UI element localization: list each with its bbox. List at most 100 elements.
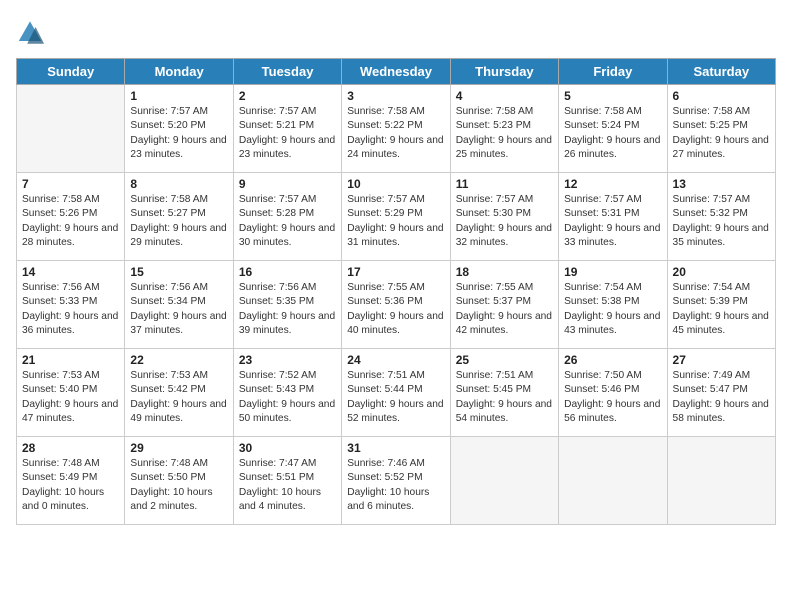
- calendar-cell: 16 Sunrise: 7:56 AMSunset: 5:35 PMDayligh…: [233, 261, 341, 349]
- cell-info: Sunrise: 7:54 AMSunset: 5:39 PMDaylight:…: [673, 281, 770, 338]
- day-number: 11: [456, 177, 553, 191]
- cell-info: Sunrise: 7:55 AMSunset: 5:37 PMDaylight:…: [456, 281, 553, 338]
- cell-info: Sunrise: 7:56 AMSunset: 5:33 PMDaylight:…: [22, 281, 119, 338]
- day-number: 9: [239, 177, 336, 191]
- day-number: 30: [239, 441, 336, 455]
- day-number: 29: [130, 441, 227, 455]
- calendar-cell: 7Sunrise: 7:58 AMSunset: 5:26 PMDaylight…: [17, 173, 125, 261]
- calendar-cell: 3 Sunrise: 7:58 AMSunset: 5:22 PMDaylight…: [342, 85, 450, 173]
- logo-icon: [16, 20, 44, 48]
- calendar-cell: 24 Sunrise: 7:51 AMSunset: 5:44 PMDayligh…: [342, 349, 450, 437]
- day-number: 13: [673, 177, 770, 191]
- cell-info: Sunrise: 7:49 AMSunset: 5:47 PMDaylight:…: [673, 369, 770, 426]
- weekday-header: Tuesday: [233, 59, 341, 85]
- weekday-header-row: SundayMondayTuesdayWednesdayThursdayFrid…: [17, 59, 776, 85]
- cell-info: Sunrise: 7:51 AMSunset: 5:44 PMDaylight:…: [347, 369, 444, 426]
- day-number: 17: [347, 265, 444, 279]
- cell-info: Sunrise: 7:54 AMSunset: 5:38 PMDaylight:…: [564, 281, 661, 338]
- day-number: 10: [347, 177, 444, 191]
- calendar-cell: 19 Sunrise: 7:54 AMSunset: 5:38 PMDayligh…: [559, 261, 667, 349]
- day-number: 22: [130, 353, 227, 367]
- cell-info: Sunrise: 7:57 AMSunset: 5:28 PMDaylight:…: [239, 193, 336, 250]
- cell-info: Sunrise: 7:58 AMSunset: 5:26 PMDaylight:…: [22, 193, 119, 250]
- day-number: 18: [456, 265, 553, 279]
- cell-info: Sunrise: 7:58 AMSunset: 5:25 PMDaylight:…: [673, 105, 770, 162]
- calendar-cell: 21 Sunrise: 7:53 AMSunset: 5:40 PMDayligh…: [17, 349, 125, 437]
- cell-info: Sunrise: 7:56 AMSunset: 5:34 PMDaylight:…: [130, 281, 227, 338]
- cell-info: Sunrise: 7:46 AMSunset: 5:52 PMDaylight:…: [347, 457, 444, 514]
- day-number: 26: [564, 353, 661, 367]
- weekday-header: Sunday: [17, 59, 125, 85]
- calendar-cell: 5 Sunrise: 7:58 AMSunset: 5:24 PMDaylight…: [559, 85, 667, 173]
- calendar-cell: 11 Sunrise: 7:57 AMSunset: 5:30 PMDayligh…: [450, 173, 558, 261]
- calendar-cell: 15 Sunrise: 7:56 AMSunset: 5:34 PMDayligh…: [125, 261, 233, 349]
- cell-info: Sunrise: 7:50 AMSunset: 5:46 PMDaylight:…: [564, 369, 661, 426]
- weekday-header: Monday: [125, 59, 233, 85]
- cell-info: Sunrise: 7:51 AMSunset: 5:45 PMDaylight:…: [456, 369, 553, 426]
- day-number: 14: [22, 265, 119, 279]
- cell-info: Sunrise: 7:57 AMSunset: 5:31 PMDaylight:…: [564, 193, 661, 250]
- calendar-cell: 12 Sunrise: 7:57 AMSunset: 5:31 PMDayligh…: [559, 173, 667, 261]
- calendar-week-row: 28Sunrise: 7:48 AMSunset: 5:49 PMDayligh…: [17, 437, 776, 525]
- cell-info: Sunrise: 7:57 AMSunset: 5:30 PMDaylight:…: [456, 193, 553, 250]
- calendar-cell: 22 Sunrise: 7:53 AMSunset: 5:42 PMDayligh…: [125, 349, 233, 437]
- cell-info: Sunrise: 7:58 AMSunset: 5:23 PMDaylight:…: [456, 105, 553, 162]
- day-number: 2: [239, 89, 336, 103]
- calendar-cell: 1 Sunrise: 7:57 AMSunset: 5:20 PMDaylight…: [125, 85, 233, 173]
- cell-info: Sunrise: 7:53 AMSunset: 5:40 PMDaylight:…: [22, 369, 119, 426]
- day-number: 23: [239, 353, 336, 367]
- cell-info: Sunrise: 7:56 AMSunset: 5:35 PMDaylight:…: [239, 281, 336, 338]
- calendar-cell: 28Sunrise: 7:48 AMSunset: 5:49 PMDayligh…: [17, 437, 125, 525]
- header: [16, 16, 776, 48]
- day-number: 4: [456, 89, 553, 103]
- calendar-cell: [667, 437, 775, 525]
- calendar-cell: 25 Sunrise: 7:51 AMSunset: 5:45 PMDayligh…: [450, 349, 558, 437]
- day-number: 19: [564, 265, 661, 279]
- calendar-cell: 4 Sunrise: 7:58 AMSunset: 5:23 PMDaylight…: [450, 85, 558, 173]
- calendar-week-row: 14 Sunrise: 7:56 AMSunset: 5:33 PMDayligh…: [17, 261, 776, 349]
- cell-info: Sunrise: 7:58 AMSunset: 5:27 PMDaylight:…: [130, 193, 227, 250]
- calendar-cell: [450, 437, 558, 525]
- day-number: 25: [456, 353, 553, 367]
- cell-info: Sunrise: 7:58 AMSunset: 5:22 PMDaylight:…: [347, 105, 444, 162]
- cell-info: Sunrise: 7:58 AMSunset: 5:24 PMDaylight:…: [564, 105, 661, 162]
- calendar-cell: [559, 437, 667, 525]
- calendar-cell: [17, 85, 125, 173]
- weekday-header: Thursday: [450, 59, 558, 85]
- day-number: 24: [347, 353, 444, 367]
- logo: [16, 20, 48, 48]
- page-container: SundayMondayTuesdayWednesdayThursdayFrid…: [0, 0, 792, 533]
- day-number: 27: [673, 353, 770, 367]
- calendar-cell: 31 Sunrise: 7:46 AMSunset: 5:52 PMDayligh…: [342, 437, 450, 525]
- cell-info: Sunrise: 7:48 AMSunset: 5:49 PMDaylight:…: [22, 457, 119, 514]
- calendar-cell: 29Sunrise: 7:48 AMSunset: 5:50 PMDayligh…: [125, 437, 233, 525]
- day-number: 5: [564, 89, 661, 103]
- cell-info: Sunrise: 7:57 AMSunset: 5:29 PMDaylight:…: [347, 193, 444, 250]
- day-number: 31: [347, 441, 444, 455]
- cell-info: Sunrise: 7:57 AMSunset: 5:20 PMDaylight:…: [130, 105, 227, 162]
- day-number: 8: [130, 177, 227, 191]
- calendar-cell: 14 Sunrise: 7:56 AMSunset: 5:33 PMDayligh…: [17, 261, 125, 349]
- day-number: 12: [564, 177, 661, 191]
- calendar-cell: 18 Sunrise: 7:55 AMSunset: 5:37 PMDayligh…: [450, 261, 558, 349]
- calendar-cell: 2 Sunrise: 7:57 AMSunset: 5:21 PMDaylight…: [233, 85, 341, 173]
- weekday-header: Wednesday: [342, 59, 450, 85]
- cell-info: Sunrise: 7:47 AMSunset: 5:51 PMDaylight:…: [239, 457, 336, 514]
- calendar-cell: 26 Sunrise: 7:50 AMSunset: 5:46 PMDayligh…: [559, 349, 667, 437]
- cell-info: Sunrise: 7:53 AMSunset: 5:42 PMDaylight:…: [130, 369, 227, 426]
- cell-info: Sunrise: 7:57 AMSunset: 5:32 PMDaylight:…: [673, 193, 770, 250]
- day-number: 3: [347, 89, 444, 103]
- calendar: SundayMondayTuesdayWednesdayThursdayFrid…: [16, 58, 776, 525]
- cell-info: Sunrise: 7:52 AMSunset: 5:43 PMDaylight:…: [239, 369, 336, 426]
- calendar-cell: 13 Sunrise: 7:57 AMSunset: 5:32 PMDayligh…: [667, 173, 775, 261]
- day-number: 21: [22, 353, 119, 367]
- day-number: 15: [130, 265, 227, 279]
- day-number: 1: [130, 89, 227, 103]
- calendar-cell: 27 Sunrise: 7:49 AMSunset: 5:47 PMDayligh…: [667, 349, 775, 437]
- day-number: 16: [239, 265, 336, 279]
- calendar-week-row: 7Sunrise: 7:58 AMSunset: 5:26 PMDaylight…: [17, 173, 776, 261]
- day-number: 6: [673, 89, 770, 103]
- weekday-header: Saturday: [667, 59, 775, 85]
- cell-info: Sunrise: 7:57 AMSunset: 5:21 PMDaylight:…: [239, 105, 336, 162]
- calendar-week-row: 1 Sunrise: 7:57 AMSunset: 5:20 PMDaylight…: [17, 85, 776, 173]
